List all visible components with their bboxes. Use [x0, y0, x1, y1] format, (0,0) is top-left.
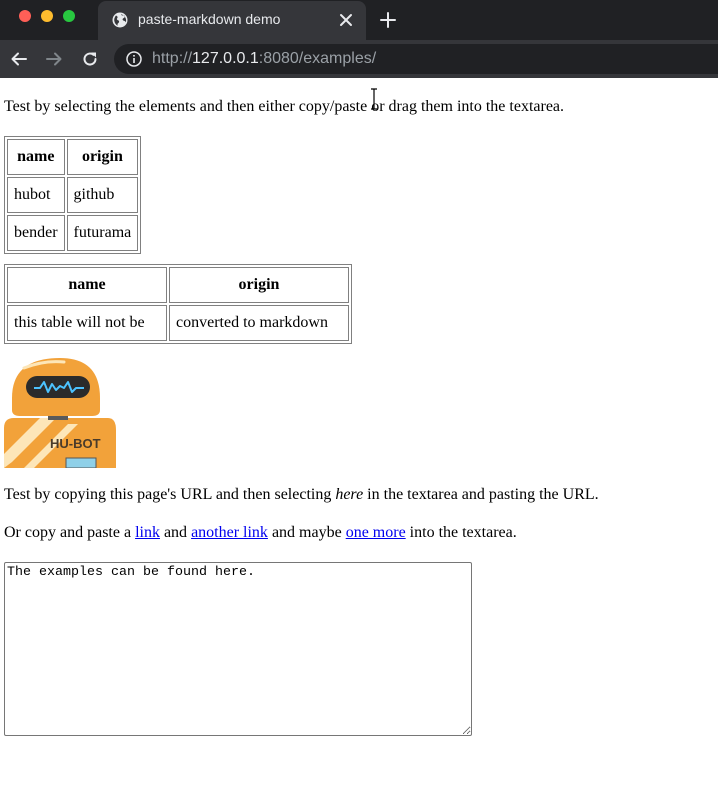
- forward-arrow-icon[interactable]: [46, 51, 62, 67]
- table-cell: converted to markdown: [169, 305, 349, 341]
- intro-text: Test by selecting the elements and then …: [4, 98, 565, 115]
- table-cell: this table will not be: [7, 305, 167, 341]
- hubot-image: HU-BOT: [4, 358, 116, 468]
- links-tip-part: and: [159, 524, 192, 541]
- table-header: name: [7, 139, 65, 175]
- close-window-button[interactable]: [19, 10, 31, 22]
- table-row: this table will not be converted to mark…: [7, 305, 349, 341]
- table-row: bender futurama: [7, 215, 139, 251]
- tab-title: paste-markdown demo: [138, 11, 281, 27]
- reload-icon[interactable]: [82, 51, 98, 67]
- new-tab-icon[interactable]: [380, 12, 396, 28]
- minimize-window-button[interactable]: [41, 10, 53, 22]
- links-tip-part: Or copy and paste a: [4, 524, 136, 541]
- url-tip-before: Test by copying this page's URL and then…: [4, 486, 336, 503]
- links-tip-text: Or copy and paste a link and another lin…: [4, 524, 517, 542]
- non-markdown-table: name origin this table will not be conve…: [4, 264, 352, 344]
- url-text[interactable]: http://127.0.0.1:8080/examples/: [152, 50, 376, 68]
- maximize-window-button[interactable]: [63, 10, 75, 22]
- links-tip-part: into the textarea.: [405, 524, 517, 541]
- browser-tab-bar: paste-markdown demo: [0, 0, 718, 40]
- info-icon[interactable]: [126, 51, 142, 67]
- close-tab-icon[interactable]: [339, 13, 353, 27]
- url-host: 127.0.0.1: [192, 50, 259, 67]
- url-tip-text: Test by copying this page's URL and then…: [4, 486, 599, 504]
- page-content: Test by selecting the elements and then …: [0, 78, 718, 800]
- table-header: name: [7, 267, 167, 303]
- browser-tab[interactable]: paste-markdown demo: [98, 1, 366, 40]
- table-header: origin: [169, 267, 349, 303]
- url-tip-emphasis: here: [335, 486, 364, 503]
- link-1[interactable]: link: [135, 524, 160, 541]
- text-cursor-icon: [371, 88, 377, 110]
- table-cell: bender: [7, 215, 65, 251]
- markdown-textarea[interactable]: The examples can be found here.: [4, 562, 472, 736]
- address-bar[interactable]: http://127.0.0.1:8080/examples/: [114, 44, 718, 74]
- link-3[interactable]: one more: [346, 524, 406, 541]
- globe-icon: [112, 12, 128, 28]
- hubot-logo-text: HU-BOT: [50, 436, 101, 451]
- link-2[interactable]: another link: [191, 524, 268, 541]
- table-row: hubot github: [7, 177, 139, 213]
- browser-toolbar: http://127.0.0.1:8080/examples/: [0, 40, 718, 78]
- table-cell: hubot: [7, 177, 65, 213]
- markdown-table: name origin hubot github bender futurama: [4, 136, 142, 254]
- table-header: origin: [66, 139, 139, 175]
- back-arrow-icon[interactable]: [11, 51, 27, 67]
- url-tip-after: in the textarea and pasting the URL.: [363, 486, 599, 503]
- url-scheme: http://: [152, 50, 193, 67]
- table-cell: github: [66, 177, 139, 213]
- links-tip-part: and maybe: [267, 524, 346, 541]
- table-cell: futurama: [66, 215, 139, 251]
- url-path: :8080/examples/: [258, 50, 377, 67]
